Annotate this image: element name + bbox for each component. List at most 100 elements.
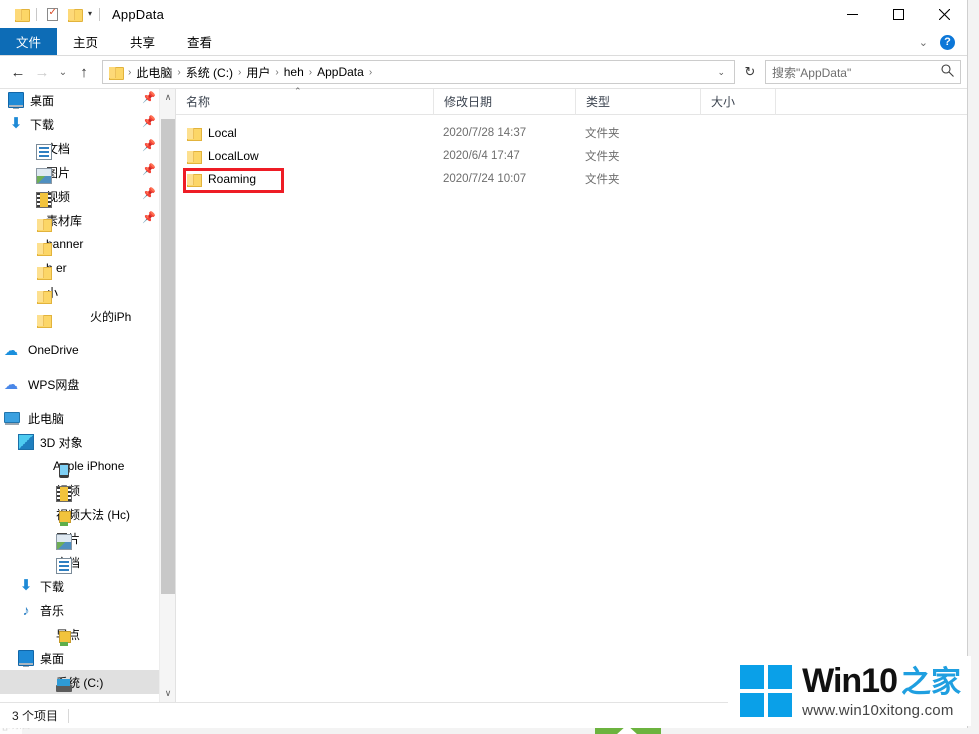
- sidebar-item-documents-pc[interactable]: 文档: [0, 550, 159, 574]
- refresh-button[interactable]: ↻: [739, 60, 761, 84]
- window-title: AppData: [112, 6, 165, 22]
- tab-share[interactable]: 共享: [114, 28, 171, 55]
- sidebar-scrollbar[interactable]: ∧ ∨: [159, 89, 175, 702]
- sidebar-item-desktop[interactable]: 桌面 📌: [0, 89, 159, 112]
- sidebar-item-3d-objects[interactable]: 3D 对象: [0, 430, 159, 454]
- scroll-down-icon[interactable]: ∨: [160, 685, 175, 702]
- back-button[interactable]: ←: [6, 60, 30, 84]
- help-icon[interactable]: ?: [940, 34, 955, 50]
- address-dropdown-icon[interactable]: ⌄: [712, 67, 730, 78]
- sidebar-item-documents[interactable]: 文档 📌: [0, 136, 159, 160]
- pin-icon[interactable]: 📌: [142, 189, 156, 202]
- breadcrumb-item-heh[interactable]: heh: [281, 65, 307, 79]
- breadcrumb-item-system-c[interactable]: 系统 (C:): [183, 64, 236, 81]
- videos-icon: [56, 486, 72, 502]
- column-header-name[interactable]: 名称 ⌃: [176, 86, 433, 115]
- collapse-ribbon-icon[interactable]: ⌄: [913, 34, 934, 51]
- sidebar-item-downloads-pc[interactable]: ⬇ 下载: [0, 574, 159, 598]
- sidebar-item-downloads[interactable]: ⬇ 下载 📌: [0, 112, 159, 136]
- tab-view[interactable]: 查看: [171, 28, 228, 55]
- column-header-date-modified[interactable]: 修改日期: [433, 88, 575, 115]
- file-type: 文件夹: [585, 173, 620, 186]
- recent-locations-icon[interactable]: ⌄: [54, 60, 72, 84]
- sidebar-item-redacted-2[interactable]: 小: [0, 280, 159, 304]
- sidebar-item-material-library[interactable]: 素材库 📌: [0, 208, 159, 232]
- file-name-cell[interactable]: Local: [176, 125, 433, 141]
- folder-icon[interactable]: [63, 3, 85, 25]
- breadcrumb-separator[interactable]: ›: [307, 67, 314, 78]
- pin-icon[interactable]: 📌: [142, 141, 156, 154]
- toolbar-separator: [36, 7, 37, 21]
- explorer-body: 桌面 📌 ⬇ 下载 📌 文档 📌 图片 📌 视频 📌 素材库 📌 banner …: [0, 86, 967, 702]
- file-type: 文件夹: [585, 127, 620, 140]
- column-header-size[interactable]: 大小: [700, 88, 775, 115]
- sidebar-item-desktop-pc[interactable]: 桌面: [0, 646, 159, 670]
- title-bar: ▾ AppData: [0, 0, 967, 28]
- folder-icon: [36, 264, 52, 280]
- sidebar-item-wps-cloud[interactable]: ☁ WPS网盘: [0, 372, 159, 396]
- pin-icon[interactable]: 📌: [142, 213, 156, 226]
- table-row[interactable]: Local 2020/7/28 14:37 文件夹: [176, 121, 967, 144]
- sidebar-item-banner[interactable]: banner: [0, 232, 159, 256]
- file-name-cell[interactable]: LocalLow: [176, 148, 433, 164]
- sidebar-item-redacted-3[interactable]: 火的iPh: [0, 304, 159, 328]
- file-modified: 2020/7/28 14:37: [443, 126, 527, 139]
- pin-icon[interactable]: 📌: [142, 165, 156, 178]
- file-list-pane[interactable]: 名称 ⌃ 修改日期 类型 大小 Local 2020/7/28 14:37 文件…: [176, 86, 967, 702]
- scrollbar-thumb[interactable]: [161, 119, 175, 594]
- scroll-up-icon[interactable]: ∧: [160, 89, 175, 106]
- breadcrumb-separator[interactable]: ›: [273, 67, 280, 78]
- chevron-down-icon[interactable]: ▾: [85, 10, 95, 18]
- sidebar-item-pictures-pc[interactable]: 图片: [0, 526, 159, 550]
- sidebar-item-video-drive[interactable]: 视频大法 (Hc): [0, 502, 159, 526]
- file-name-cell[interactable]: Roaming: [176, 171, 433, 187]
- properties-icon[interactable]: [41, 3, 63, 25]
- download-icon: ⬇: [9, 115, 23, 132]
- tab-home[interactable]: 主页: [57, 28, 114, 55]
- sidebar-item-apple-iphone[interactable]: Apple iPhone: [0, 454, 159, 478]
- column-header-row: 名称 ⌃ 修改日期 类型 大小: [176, 86, 967, 115]
- sidebar-item-label: 下载: [40, 579, 65, 594]
- sidebar-item-zaodian[interactable]: 早点: [0, 622, 159, 646]
- table-row[interactable]: LocalLow 2020/6/4 17:47 文件夹: [176, 144, 967, 167]
- sidebar-item-music[interactable]: ♪ 音乐: [0, 598, 159, 622]
- pin-icon[interactable]: 📌: [142, 117, 156, 130]
- search-icon[interactable]: [941, 64, 954, 80]
- sidebar-item-videos[interactable]: 视频 📌: [0, 184, 159, 208]
- close-button[interactable]: [921, 0, 967, 28]
- sidebar-item-system-c[interactable]: 系统 (C:): [0, 670, 159, 694]
- sidebar-item-this-pc[interactable]: 此电脑: [0, 406, 159, 430]
- wps-cloud-icon: ☁: [4, 376, 18, 392]
- sidebar-item-redacted-1[interactable]: h er: [0, 256, 159, 280]
- window-controls: [829, 0, 967, 28]
- breadcrumb-separator[interactable]: ›: [367, 67, 374, 78]
- maximize-button[interactable]: [875, 0, 921, 28]
- address-bar[interactable]: › 此电脑 › 系统 (C:) › 用户 › heh › AppData › ⌄: [102, 60, 735, 84]
- up-button[interactable]: ↑: [72, 60, 96, 84]
- tab-file[interactable]: 文件: [0, 28, 58, 55]
- sidebar-item-onedrive[interactable]: ☁ OneDrive: [0, 338, 159, 362]
- sidebar-item-videos-pc[interactable]: 视频: [0, 478, 159, 502]
- column-label: 大小: [711, 95, 736, 109]
- sidebar-item-pictures[interactable]: 图片 📌: [0, 160, 159, 184]
- download-icon: ⬇: [19, 577, 33, 594]
- usb-drive-icon: [56, 510, 72, 526]
- breadcrumb-separator[interactable]: ›: [175, 67, 182, 78]
- status-separator: [68, 708, 70, 723]
- documents-icon: [56, 558, 72, 574]
- breadcrumb-separator[interactable]: ›: [236, 67, 243, 78]
- minimize-button[interactable]: [829, 0, 875, 28]
- breadcrumb-item-this-pc[interactable]: 此电脑: [133, 64, 175, 81]
- search-input[interactable]: 搜索"AppData": [772, 64, 941, 81]
- pin-icon[interactable]: 📌: [142, 93, 156, 106]
- column-header-type[interactable]: 类型: [575, 88, 700, 115]
- forward-button[interactable]: →: [30, 60, 54, 84]
- watermark-text: Win10 之家 www.win10xitong.com: [802, 664, 961, 718]
- table-row[interactable]: Roaming 2020/7/24 10:07 文件夹: [176, 167, 967, 190]
- new-folder-icon[interactable]: [10, 3, 32, 25]
- file-explorer-window: ▾ AppData 文件 主页 共享 查看 ⌄ ? ← → ⌄: [0, 0, 968, 728]
- search-box[interactable]: 搜索"AppData": [765, 60, 961, 84]
- breadcrumb-item-users[interactable]: 用户: [243, 64, 273, 81]
- breadcrumb-item-appdata[interactable]: AppData: [314, 65, 367, 79]
